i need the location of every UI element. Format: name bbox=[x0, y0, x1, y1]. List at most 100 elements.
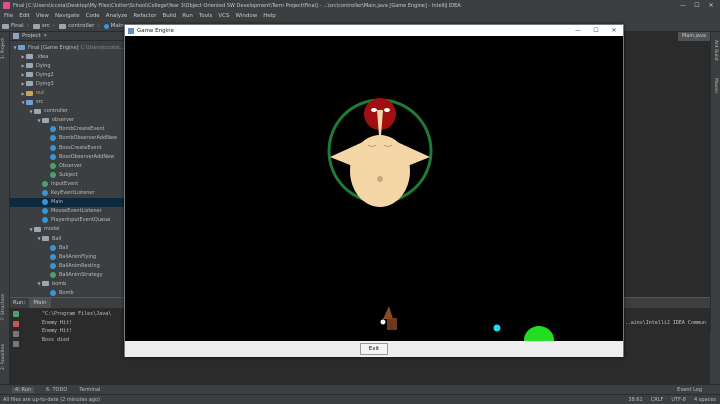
tab-project[interactable]: 1: Project bbox=[1, 38, 6, 59]
tree-item[interactable]: ▶ .idea bbox=[10, 52, 125, 61]
run-label: Run: bbox=[13, 300, 26, 306]
tree-item[interactable]: MouseEventListener bbox=[10, 207, 125, 216]
tree-item[interactable]: ▼ model bbox=[10, 225, 125, 234]
breadcrumb-item[interactable]: controller › bbox=[59, 23, 100, 29]
class-icon bbox=[42, 190, 48, 197]
line-separator[interactable]: CRLF bbox=[651, 397, 664, 403]
menu-tools[interactable]: Tools bbox=[199, 13, 213, 19]
menu-file[interactable]: File bbox=[4, 13, 13, 19]
tree-item[interactable]: PlayerInputEventQueue bbox=[10, 216, 125, 225]
game-engine-window: Game Engine — ☐ ✕ Exit bbox=[124, 24, 624, 357]
tree-item-label: BombObserverAddNew bbox=[59, 135, 118, 142]
file-encoding[interactable]: UTF-8 bbox=[671, 397, 686, 403]
interface-icon bbox=[50, 271, 56, 278]
menu-run[interactable]: Run bbox=[182, 13, 193, 19]
tab-favorites[interactable]: 2: Favorites bbox=[1, 344, 6, 370]
tree-item[interactable]: BossCreateEvent bbox=[10, 143, 125, 152]
tree-item[interactable]: ▼ observer bbox=[10, 116, 125, 125]
project-panel-header: Project ▾ bbox=[10, 32, 125, 41]
cursor-position[interactable]: 38:61 bbox=[628, 397, 642, 403]
tree-item[interactable]: BossObserverAddNew bbox=[10, 152, 125, 161]
game-minimize-button[interactable]: — bbox=[569, 25, 587, 36]
tree-item[interactable]: ▶ out bbox=[10, 88, 125, 97]
breadcrumb-item[interactable]: Main bbox=[103, 23, 124, 29]
game-scene bbox=[327, 98, 554, 354]
indent-setting[interactable]: 4 spaces bbox=[694, 397, 716, 403]
tree-item-label: Dying bbox=[36, 62, 51, 69]
tree-item[interactable]: ▼ controller bbox=[10, 107, 125, 116]
menu-navigate[interactable]: Navigate bbox=[55, 13, 80, 19]
tree-item[interactable]: Main bbox=[10, 197, 125, 207]
tab-todo[interactable]: 6: TODO bbox=[46, 387, 67, 393]
stop-icon[interactable] bbox=[13, 321, 19, 327]
boss-right-eye bbox=[384, 108, 390, 112]
game-close-button[interactable]: ✕ bbox=[605, 25, 623, 36]
folder-icon bbox=[59, 23, 67, 29]
tab-terminal[interactable]: Terminal bbox=[79, 387, 100, 393]
project-panel: Project ▾ ▼ Final [Game Engine] C:\Users\i… bbox=[10, 32, 125, 302]
minimize-button[interactable]: — bbox=[676, 0, 690, 11]
project-panel-title[interactable]: Project bbox=[22, 33, 41, 39]
chevron-down-icon[interactable]: ▾ bbox=[44, 33, 47, 39]
class-icon bbox=[42, 217, 48, 224]
right-tool-strip: Ant Build Maven bbox=[710, 32, 720, 332]
tab-run[interactable]: 4: Run bbox=[12, 386, 35, 393]
rerun-icon[interactable] bbox=[13, 311, 19, 317]
menu-refactor[interactable]: Refactor bbox=[133, 13, 156, 19]
class-icon bbox=[50, 135, 56, 142]
tree-item[interactable]: BallAnimFlying bbox=[10, 252, 125, 261]
maximize-button[interactable]: ☐ bbox=[690, 0, 704, 11]
tree-item-label: Dying3 bbox=[36, 80, 54, 87]
class-icon bbox=[42, 208, 48, 215]
tree-item[interactable]: ▼ bomb bbox=[10, 279, 125, 288]
pause-icon[interactable] bbox=[13, 331, 19, 337]
menu-help[interactable]: Help bbox=[263, 13, 276, 19]
tree-item[interactable]: InputEvent bbox=[10, 179, 125, 188]
tree-item[interactable]: BallAnimStrategy bbox=[10, 270, 125, 279]
tree-item[interactable]: BallAnimResting bbox=[10, 261, 125, 270]
tree-item[interactable]: ▼ src bbox=[10, 98, 125, 107]
tab-maven[interactable]: Maven bbox=[713, 78, 718, 93]
event-log-button[interactable]: Event Log bbox=[677, 387, 702, 393]
menu-analyze[interactable]: Analyze bbox=[106, 13, 128, 19]
tree-item[interactable]: ▶ Dying3 bbox=[10, 79, 125, 88]
class-icon bbox=[50, 290, 56, 297]
menu-vcs[interactable]: VCS bbox=[218, 13, 229, 19]
tree-item[interactable]: Ball bbox=[10, 243, 125, 252]
tree-item[interactable]: ▼ Ball bbox=[10, 234, 125, 243]
tab-ant-build[interactable]: Ant Build bbox=[713, 40, 718, 60]
folder-icon bbox=[34, 226, 41, 232]
breadcrumb-label: Main bbox=[110, 23, 124, 29]
exit-button[interactable]: Exit bbox=[359, 343, 389, 355]
tree-item[interactable]: ▶ Dying2 bbox=[10, 70, 125, 79]
player-body bbox=[387, 318, 397, 330]
tree-item-label: Ball bbox=[52, 235, 62, 242]
tree-item[interactable]: BombObserverAddNew bbox=[10, 134, 125, 143]
menu-build[interactable]: Build bbox=[162, 13, 176, 19]
menu-code[interactable]: Code bbox=[86, 13, 100, 19]
menu-edit[interactable]: Edit bbox=[19, 13, 30, 19]
editor-tab[interactable]: Main.java bbox=[677, 32, 710, 41]
tree-item[interactable]: Observer bbox=[10, 161, 125, 170]
tab-structure[interactable]: 7: Structure bbox=[1, 294, 6, 321]
run-tab-main[interactable]: Main bbox=[29, 298, 51, 308]
game-canvas[interactable] bbox=[125, 36, 623, 354]
tree-item[interactable]: BombCreateEvent bbox=[10, 125, 125, 134]
close-button[interactable]: ✕ bbox=[704, 0, 718, 11]
class-icon bbox=[50, 144, 56, 151]
tree-item-label: bomb bbox=[52, 280, 67, 287]
breadcrumb-item[interactable]: Final › bbox=[2, 23, 29, 29]
tree-item[interactable]: Subject bbox=[10, 170, 125, 179]
settings-icon[interactable] bbox=[13, 341, 19, 347]
menu-view[interactable]: View bbox=[36, 13, 49, 19]
menu-window[interactable]: Window bbox=[236, 13, 258, 19]
tree-item-label: BombCreateEvent bbox=[59, 126, 105, 133]
breadcrumb-item[interactable]: src › bbox=[32, 23, 55, 29]
tree-item-label: src bbox=[36, 99, 44, 106]
console-output[interactable]: "C:\Program Files\Java\ Enemy Hit! Enemy H… bbox=[22, 308, 111, 351]
tree-item[interactable]: ▼ Final [Game Engine] C:\Users\iccota\... bbox=[10, 43, 125, 52]
tree-item[interactable]: ▶ Dying bbox=[10, 61, 125, 70]
console-line: Boss died bbox=[42, 336, 70, 343]
game-maximize-button[interactable]: ☐ bbox=[587, 25, 605, 36]
tree-item[interactable]: KeyEventListener bbox=[10, 189, 125, 198]
